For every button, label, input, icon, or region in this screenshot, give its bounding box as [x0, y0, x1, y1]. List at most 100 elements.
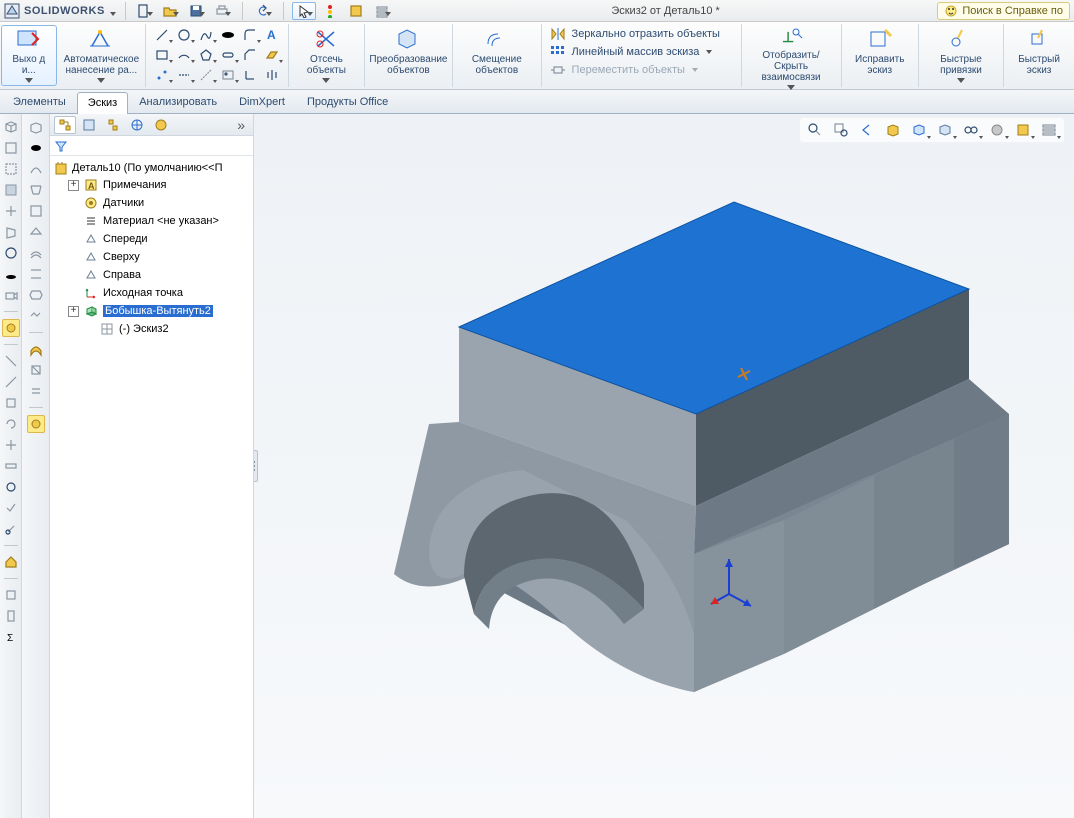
surface-revolve-icon[interactable]: [27, 139, 45, 157]
repair-sketch-button[interactable]: Исправить эскиз: [842, 24, 919, 87]
fill-surface-icon[interactable]: [27, 286, 45, 304]
slot-tool[interactable]: [218, 46, 238, 64]
section-view-icon[interactable]: [882, 120, 904, 140]
chamfer-tool[interactable]: [240, 46, 260, 64]
picture-tool[interactable]: [218, 66, 238, 84]
line-tool[interactable]: [152, 26, 172, 44]
prev-view-icon[interactable]: [856, 120, 878, 140]
rotate-icon[interactable]: [2, 415, 20, 433]
rebuild-button[interactable]: [344, 2, 368, 20]
shaded-icon[interactable]: [2, 181, 20, 199]
flex-icon[interactable]: [27, 340, 45, 358]
equation-icon[interactable]: Σ: [2, 628, 20, 646]
plane-tool[interactable]: [262, 46, 282, 64]
auto-dimension-button[interactable]: Автоматическое нанесение ра...: [58, 24, 147, 87]
options-button[interactable]: [370, 2, 394, 20]
display-style-icon[interactable]: [934, 120, 956, 140]
tree-top[interactable]: Сверху: [50, 248, 253, 266]
mirror-line-tool[interactable]: [262, 66, 282, 84]
rapid-sketch-button[interactable]: Быстрый эскиз: [1004, 24, 1074, 87]
tree-extrude[interactable]: + Бобышка-Вытянуть2: [50, 302, 253, 320]
surface-sweep-icon[interactable]: [27, 160, 45, 178]
view-settings-icon[interactable]: [1038, 120, 1060, 140]
ellipse-tool[interactable]: [218, 26, 238, 44]
tree-material[interactable]: Материал <не указан>: [50, 212, 253, 230]
appearance2-icon[interactable]: [27, 415, 45, 433]
convert-button[interactable]: Преобразование объектов: [365, 24, 453, 87]
spline-tool[interactable]: [196, 26, 216, 44]
panel-toggle-handle[interactable]: [254, 450, 258, 482]
fillet-tool[interactable]: [240, 26, 260, 44]
tree-front[interactable]: Спереди: [50, 230, 253, 248]
viewport[interactable]: +: [254, 114, 1074, 818]
tab-sketch[interactable]: Эскиз: [77, 92, 128, 114]
section-icon[interactable]: [2, 202, 20, 220]
linear-pattern-button[interactable]: Линейный массив эскиза: [550, 44, 733, 60]
coord-tool[interactable]: [240, 66, 260, 84]
zoom-fit-icon[interactable]: [2, 394, 20, 412]
wireframe-icon[interactable]: [2, 139, 20, 157]
check-icon[interactable]: [2, 499, 20, 517]
text-tool[interactable]: A: [262, 26, 282, 44]
arc-tool[interactable]: [174, 46, 194, 64]
save-button[interactable]: [184, 2, 208, 20]
ruled-icon[interactable]: [27, 265, 45, 283]
tree-origin[interactable]: Исходная точка: [50, 284, 253, 302]
panel-tab-config[interactable]: [102, 116, 124, 134]
appearance-icon[interactable]: [986, 120, 1008, 140]
surface-loft-icon[interactable]: [27, 181, 45, 199]
tab-elements[interactable]: Элементы: [2, 91, 77, 113]
panel-tab-prop[interactable]: [78, 116, 100, 134]
rectangle-tool[interactable]: [152, 46, 172, 64]
decal-icon[interactable]: [2, 244, 20, 262]
panel-expand-icon[interactable]: »: [233, 117, 249, 133]
hidden-icon[interactable]: [2, 160, 20, 178]
add-config-icon[interactable]: [2, 586, 20, 604]
tab-analyze[interactable]: Анализировать: [128, 91, 228, 113]
shadow-icon[interactable]: [2, 265, 20, 283]
point-tool[interactable]: [152, 66, 172, 84]
centerline-tool[interactable]: [174, 66, 194, 84]
menu-button[interactable]: [105, 2, 119, 20]
offset-surface-icon[interactable]: [27, 244, 45, 262]
panel-tab-dimx[interactable]: [126, 116, 148, 134]
config-icon[interactable]: [2, 607, 20, 625]
zoom-area-icon[interactable]: [830, 120, 852, 140]
status-bar-toggle[interactable]: [318, 2, 342, 20]
tab-dimxpert[interactable]: DimXpert: [228, 91, 296, 113]
planar-icon[interactable]: [27, 223, 45, 241]
tree-right[interactable]: Справа: [50, 266, 253, 284]
view3d-icon[interactable]: [2, 118, 20, 136]
panel-tab-sim[interactable]: [150, 116, 172, 134]
knit-icon[interactable]: [27, 307, 45, 325]
camera-icon[interactable]: [2, 286, 20, 304]
mirror-button[interactable]: Зеркально отразить объекты: [550, 26, 733, 42]
zoom-fit-icon[interactable]: [804, 120, 826, 140]
circle-tool[interactable]: [174, 26, 194, 44]
surface-extrude-icon[interactable]: [27, 118, 45, 136]
tree-sketch2[interactable]: (-) Эскиз2: [50, 320, 253, 338]
pan-icon[interactable]: [2, 436, 20, 454]
home-icon[interactable]: [2, 553, 20, 571]
move-button[interactable]: Переместить объекты: [550, 62, 733, 78]
replace-icon[interactable]: [27, 382, 45, 400]
quick-snaps-button[interactable]: Быстрые привязки: [919, 24, 1004, 87]
explode-icon[interactable]: [2, 352, 20, 370]
tab-office[interactable]: Продукты Office: [296, 91, 399, 113]
new-button[interactable]: [132, 2, 156, 20]
hide-show-icon[interactable]: [960, 120, 982, 140]
delete-face-icon[interactable]: [27, 361, 45, 379]
select-button[interactable]: [292, 2, 316, 20]
appear-icon[interactable]: [2, 319, 20, 337]
collapse-icon[interactable]: [2, 373, 20, 391]
offset-button[interactable]: Смещение объектов: [453, 24, 541, 87]
measure-icon[interactable]: [2, 457, 20, 475]
filter-icon[interactable]: [54, 139, 68, 153]
tools-icon[interactable]: [2, 520, 20, 538]
perspective-icon[interactable]: [2, 223, 20, 241]
scene-icon[interactable]: [1012, 120, 1034, 140]
mass-icon[interactable]: [2, 478, 20, 496]
exit-sketch-button[interactable]: Выхо д и...: [1, 25, 57, 86]
undo-button[interactable]: [251, 2, 275, 20]
open-button[interactable]: [158, 2, 182, 20]
